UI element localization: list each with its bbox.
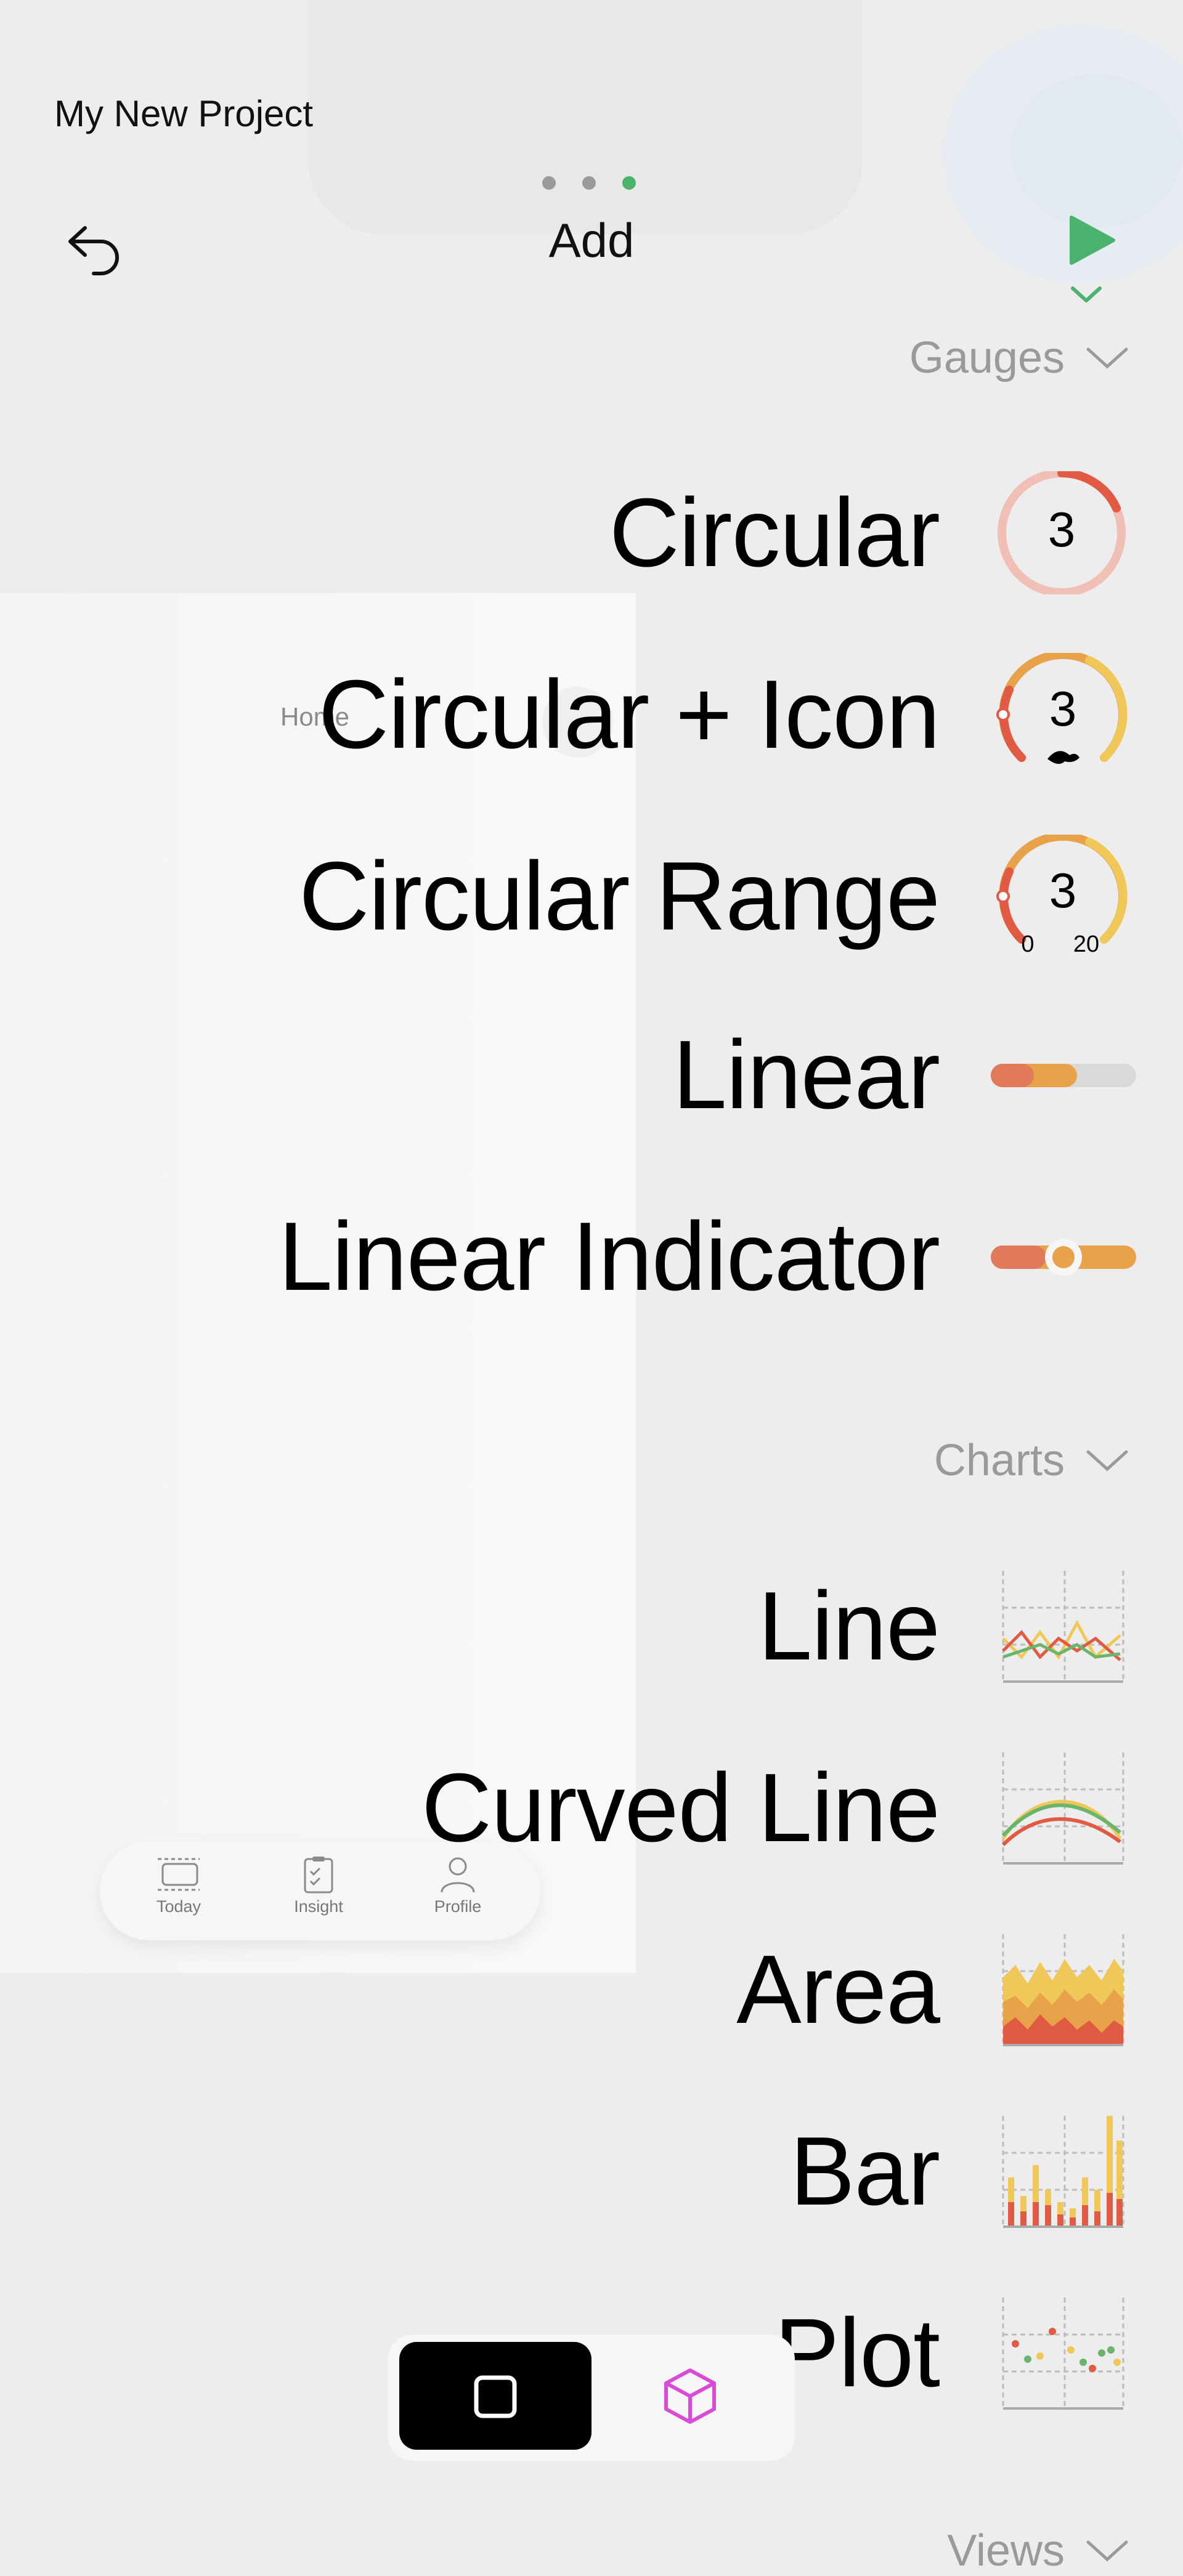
- background-shape: [308, 0, 863, 234]
- item-label: Area: [736, 1935, 940, 2044]
- curved-line-chart-icon: [1001, 1752, 1124, 1865]
- item-label: Linear: [672, 1020, 940, 1129]
- square-icon: [474, 2375, 517, 2418]
- svg-text:3: 3: [1049, 681, 1077, 736]
- item-label: Curved Line: [421, 1753, 940, 1862]
- gauge-item-circular-range[interactable]: Circular Range 3 0 20: [0, 819, 1183, 973]
- scatter-plot-icon: [1002, 2298, 1124, 2410]
- linear-gauge-icon: [991, 1064, 1136, 1087]
- page-dot: [582, 176, 596, 190]
- svg-text:3: 3: [1048, 502, 1076, 557]
- chart-item-line[interactable]: Line: [0, 1549, 1183, 1703]
- item-label: Linear Indicator: [278, 1202, 940, 1311]
- cube-icon[interactable]: [662, 2367, 718, 2425]
- project-title: My New Project: [54, 93, 314, 134]
- chart-item-bar[interactable]: Bar: [0, 2094, 1183, 2248]
- background-shape: [1010, 74, 1183, 228]
- line-chart-icon: [1002, 1571, 1124, 1683]
- circular-gauge-icon: 3: [998, 471, 1126, 594]
- item-label: Bar: [790, 2116, 940, 2226]
- item-label: Circular + Icon: [319, 660, 940, 769]
- chart-item-curved-line[interactable]: Curved Line: [0, 1731, 1183, 1885]
- chevron-down-icon: [1086, 1450, 1128, 1472]
- bar-chart-icon: [1002, 2116, 1124, 2228]
- item-label: Plot: [774, 2298, 940, 2407]
- section-header-charts[interactable]: Charts: [934, 1435, 1129, 1486]
- linear-indicator-gauge-icon: [991, 1239, 1136, 1276]
- chart-item-area[interactable]: Area: [0, 1913, 1183, 2067]
- gauge-item-circular-icon[interactable]: Circular + Icon 3: [0, 638, 1183, 792]
- page-dot: [542, 176, 556, 190]
- chevron-down-icon[interactable]: [1069, 282, 1104, 307]
- item-label: Circular: [609, 478, 940, 587]
- item-label: Line: [758, 1571, 940, 1680]
- chevron-down-icon: [1086, 2540, 1128, 2562]
- screen-title: Add: [548, 213, 635, 267]
- svg-text:0: 0: [1021, 931, 1034, 957]
- play-button[interactable]: [1063, 213, 1118, 268]
- section-header-views[interactable]: Views: [947, 2525, 1129, 2576]
- gauge-item-circular[interactable]: Circular 3: [0, 456, 1183, 610]
- circular-range-gauge-icon: 3 0 20: [996, 835, 1128, 957]
- svg-text:20: 20: [1073, 931, 1099, 957]
- gauge-item-linear-indicator[interactable]: Linear Indicator: [0, 1180, 1183, 1334]
- section-title: Gauges: [909, 333, 1065, 383]
- svg-text:3: 3: [1049, 863, 1077, 918]
- chevron-down-icon: [1086, 347, 1128, 369]
- item-label: Circular Range: [299, 841, 940, 950]
- section-header-gauges[interactable]: Gauges: [909, 333, 1129, 383]
- area-chart-icon: [1002, 1934, 1124, 2046]
- circular-icon-gauge-icon: 3: [996, 653, 1128, 764]
- gauge-item-linear[interactable]: Linear: [0, 998, 1183, 1152]
- page-dot-active: [622, 176, 636, 190]
- page-indicator: [542, 176, 636, 190]
- section-title: Views: [947, 2526, 1065, 2575]
- section-title: Charts: [933, 1436, 1065, 1485]
